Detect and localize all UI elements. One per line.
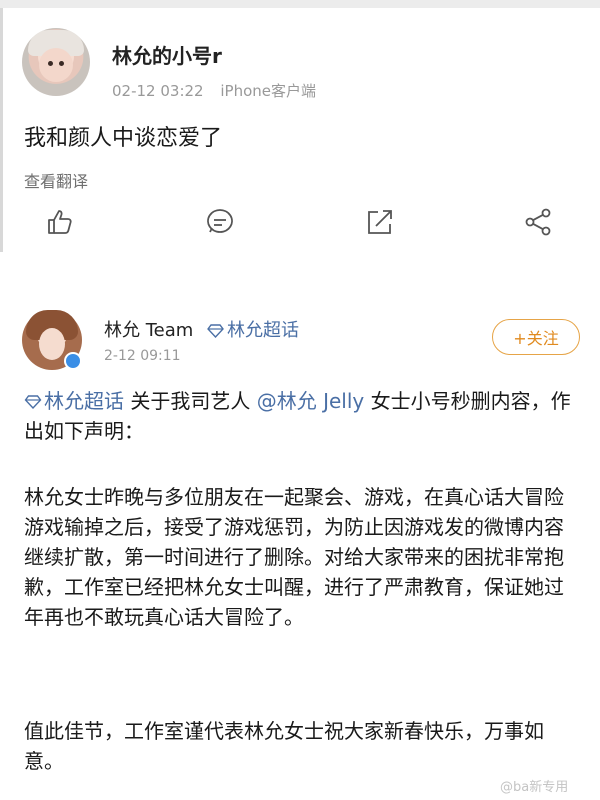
statement-paragraph: 林允女士昨晚与多位朋友在一起聚会、游戏，在真心话大冒险游戏输掉之后，接受了游戏惩… (24, 485, 564, 629)
post-card-2: 林允 Team 林允超话 2-12 09:11 +关注 林允超话 关于我司艺人 … (0, 294, 600, 800)
comment-icon[interactable] (204, 206, 240, 242)
post-text: 我和颜人中谈恋爱了 (24, 126, 223, 151)
action-bar (0, 206, 600, 246)
statement-intro: 林允超话 关于我司艺人 @林允 Jelly 女士小号秒删内容，作出如下声明： (24, 386, 580, 446)
post-card-1: 林允的小号r 02-12 03:22 iPhone客户端 我和颜人中谈恋爱了 查… (0, 8, 600, 252)
verified-badge-icon (64, 352, 82, 370)
avatar[interactable] (22, 28, 90, 96)
statement-text: 关于我司艺人 (124, 389, 257, 413)
supertopic-label: 林允超话 (227, 320, 300, 341)
supertopic-text: 林允超话 (44, 389, 124, 413)
supertopic-icon (207, 324, 224, 339)
username[interactable]: 林允的小号r (112, 40, 222, 69)
post-meta: 02-12 03:22 iPhone客户端 (112, 80, 316, 101)
avatar[interactable] (22, 310, 82, 370)
avatar-eye (59, 61, 64, 66)
watermark: @ba新专用 (500, 780, 569, 795)
top-separator (0, 0, 600, 8)
avatar-face (39, 328, 65, 360)
follow-button[interactable]: +关注 (492, 319, 580, 355)
username[interactable]: 林允 Team (104, 320, 193, 341)
avatar-eye (48, 61, 53, 66)
post-source: iPhone客户端 (220, 82, 317, 100)
post-date: 2-12 09:11 (104, 348, 181, 364)
supertopic-link[interactable]: 林允超话 (207, 320, 299, 341)
avatar-face (39, 48, 73, 82)
closing-paragraph: 值此佳节，工作室谨代表林允女士祝大家新春快乐，万事如意。 (24, 719, 544, 773)
card-gap (0, 252, 600, 294)
like-icon[interactable] (44, 206, 80, 242)
translate-link[interactable]: 查看翻译 (24, 168, 88, 192)
supertopic-link[interactable]: 林允超话 (24, 389, 124, 413)
username-line: 林允 Team 林允超话 (104, 316, 299, 342)
supertopic-icon (24, 395, 42, 410)
mention-link[interactable]: @林允 Jelly (257, 389, 365, 413)
post-date: 02-12 03:22 (112, 82, 204, 100)
share-icon[interactable] (522, 206, 558, 242)
repost-icon[interactable] (364, 206, 400, 242)
